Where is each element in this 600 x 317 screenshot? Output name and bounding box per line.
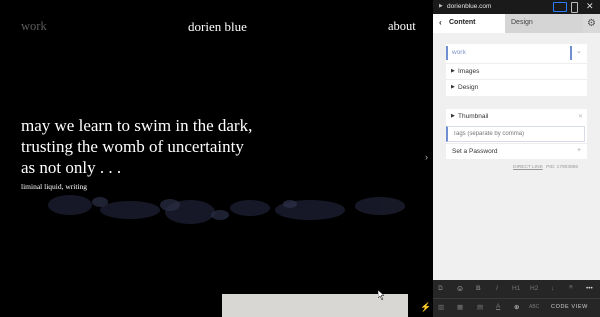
section-thumbnail[interactable]: ▶ Thumbnail ✕ bbox=[446, 109, 587, 125]
hero-line: trusting the womb of uncertainty bbox=[21, 137, 244, 156]
section-thumbnail-label: Thumbnail bbox=[458, 113, 489, 120]
nav-link-work[interactable]: work bbox=[21, 19, 47, 34]
back-arrow-icon[interactable]: ‹ bbox=[439, 18, 442, 27]
code-view-button[interactable]: CODE VIEW bbox=[551, 304, 588, 310]
media-icon[interactable]: ⊕ bbox=[514, 303, 519, 311]
page-settings-card: work ⌄ ▶ Images ▶ Design bbox=[446, 44, 587, 96]
tab-design-label: Design bbox=[511, 19, 533, 26]
expand-triangle-icon: ▶ bbox=[451, 113, 455, 119]
bold-button[interactable]: B bbox=[476, 285, 481, 292]
site-url[interactable]: dorienblue.com bbox=[447, 3, 491, 10]
close-icon[interactable]: ✕ bbox=[586, 1, 594, 12]
remove-icon[interactable]: ✕ bbox=[578, 113, 583, 120]
heading1-button[interactable]: H1 bbox=[512, 285, 520, 292]
tab-content[interactable]: ‹ Content bbox=[433, 14, 505, 33]
editor-panel: ▶ dorienblue.com ✕ ‹ Content Design ⚙ wo… bbox=[433, 0, 600, 317]
mobile-view-icon[interactable] bbox=[571, 2, 578, 13]
site-title[interactable]: dorien blue bbox=[188, 19, 247, 35]
hero-text: may we learn to swim in the dark, trusti… bbox=[21, 115, 281, 178]
panel-tabs: ‹ Content Design ⚙ bbox=[433, 14, 600, 33]
tab-design[interactable]: Design bbox=[505, 14, 583, 33]
page-select[interactable]: work ⌄ bbox=[446, 44, 587, 62]
select-divider bbox=[570, 46, 572, 60]
expand-triangle-icon: ▶ bbox=[451, 84, 455, 90]
chevron-right-icon[interactable]: › bbox=[425, 152, 428, 162]
italic-button[interactable]: I bbox=[496, 285, 498, 292]
heading2-button[interactable]: H2 bbox=[530, 285, 538, 292]
set-password-label: Set a Password bbox=[452, 148, 498, 155]
arrow-down-icon[interactable]: ↓ bbox=[551, 285, 554, 292]
emoji-icon[interactable]: ☺ bbox=[456, 284, 464, 293]
mouse-cursor-icon bbox=[378, 290, 385, 300]
column-icon[interactable]: ▤ bbox=[477, 303, 483, 311]
hero-line: may we learn to swim in the dark, bbox=[21, 116, 253, 135]
text-color-icon[interactable]: A bbox=[496, 303, 500, 310]
section-design[interactable]: ▶ Design bbox=[446, 79, 587, 96]
desktop-view-icon[interactable] bbox=[553, 2, 567, 12]
hero-line: as not only . . . bbox=[21, 158, 122, 177]
tab-content-label: Content bbox=[449, 19, 476, 26]
gear-icon[interactable]: ⚙ bbox=[583, 14, 600, 33]
align-icon[interactable]: ≡ bbox=[569, 284, 573, 291]
section-images-label: Images bbox=[458, 68, 480, 75]
gallery-icon[interactable]: ▥ bbox=[438, 303, 444, 311]
expand-triangle-icon: ▶ bbox=[451, 68, 455, 74]
section-images[interactable]: ▶ Images bbox=[446, 63, 587, 80]
text-format-toolbar: ⧉ ☺ B I H1 H2 ↓ ≡ ••• ▥ ▦ ▤ A ⊕ ABC CODE… bbox=[433, 280, 600, 317]
direct-link[interactable]: DIRECT LINK bbox=[513, 165, 543, 170]
image-icon[interactable]: ▦ bbox=[457, 303, 463, 311]
lightning-icon[interactable]: ⚡ bbox=[420, 302, 431, 313]
page-details-card: ▶ Thumbnail ✕ Set a Password + bbox=[446, 109, 587, 159]
chevron-down-icon[interactable]: ⌄ bbox=[576, 47, 582, 55]
link-icon[interactable]: ⧉ bbox=[438, 285, 443, 293]
page-select-value: work bbox=[452, 49, 466, 56]
site-preview: work dorien blue about may we learn to s… bbox=[0, 0, 433, 317]
dropdown-triangle-icon[interactable]: ▶ bbox=[439, 3, 443, 9]
hero-tags[interactable]: liminal liquid, writing bbox=[21, 182, 87, 191]
set-password-row[interactable]: Set a Password + bbox=[446, 143, 587, 160]
page-id: PID: 17903986 bbox=[546, 165, 579, 170]
spellcheck-icon[interactable]: ABC bbox=[529, 304, 539, 310]
toolbar-row-insert: ▥ ▦ ▤ A ⊕ ABC CODE VIEW bbox=[433, 299, 600, 317]
more-icon[interactable]: ••• bbox=[586, 285, 593, 292]
focus-bar bbox=[446, 46, 448, 60]
tags-input[interactable] bbox=[446, 126, 585, 142]
toolbar-row-format: ⧉ ☺ B I H1 H2 ↓ ≡ ••• bbox=[433, 280, 600, 299]
section-design-label: Design bbox=[458, 84, 479, 91]
nav-link-about[interactable]: about bbox=[388, 19, 416, 34]
smoke-background-image bbox=[48, 195, 405, 224]
page-meta: DIRECT LINK PID: 17903986 bbox=[433, 165, 587, 173]
add-icon[interactable]: + bbox=[577, 147, 581, 154]
editor-topbar: ▶ dorienblue.com ✕ bbox=[433, 0, 600, 14]
